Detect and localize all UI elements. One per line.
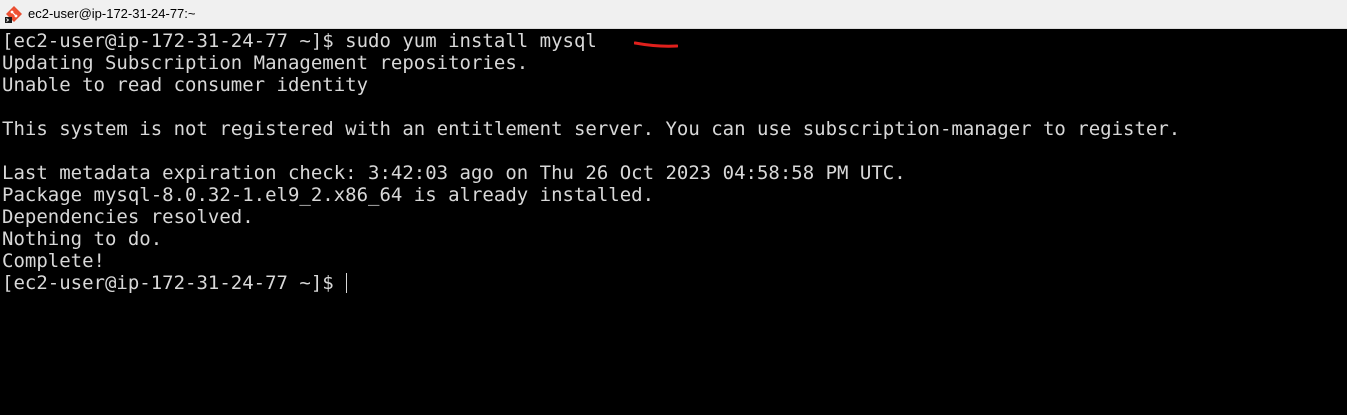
title-bar[interactable]: ec2-user@ip-172-31-24-77:~ (0, 0, 1347, 29)
terminal-output[interactable]: [ec2-user@ip-172-31-24-77 ~]$ sudo yum i… (2, 29, 1345, 415)
terminal-line: Updating Subscription Management reposit… (2, 52, 529, 74)
terminal-prompt-line[interactable]: [ec2-user@ip-172-31-24-77 ~]$ (2, 272, 1345, 294)
terminal-line: This system is not registered with an en… (2, 118, 1181, 140)
terminal-window: ec2-user@ip-172-31-24-77:~ [ec2-user@ip-… (0, 0, 1347, 415)
terminal-line: Last metadata expiration check: 3:42:03 … (2, 162, 906, 184)
terminal-prompt: [ec2-user@ip-172-31-24-77 ~]$ (2, 272, 334, 294)
terminal-line: Package mysql-8.0.32-1.el9_2.x86_64 is a… (2, 184, 655, 206)
terminal-line: Complete! (2, 250, 105, 272)
text-cursor (345, 273, 347, 293)
red-underline-mark (634, 41, 678, 48)
git-bash-icon (5, 5, 23, 23)
terminal-line: Nothing to do. (2, 228, 163, 250)
terminal-line: Dependencies resolved. (2, 206, 254, 228)
terminal-line: Unable to read consumer identity (2, 74, 369, 96)
window-title: ec2-user@ip-172-31-24-77:~ (28, 6, 196, 21)
